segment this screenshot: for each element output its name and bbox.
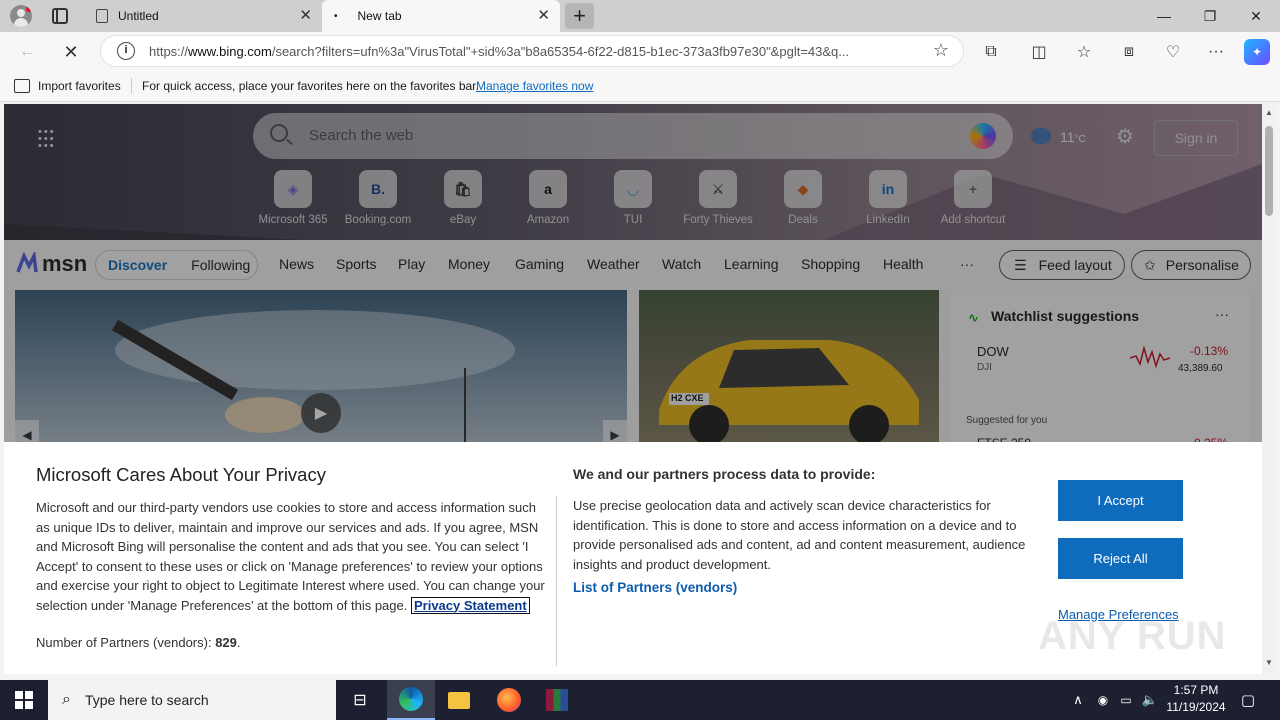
task-view-icon[interactable]: ⊟ (336, 680, 384, 720)
divider (556, 496, 557, 666)
close-window-icon[interactable]: ✕ (1233, 0, 1279, 32)
collections-icon[interactable]: ⧈ (1116, 39, 1142, 65)
privacy-statement-link[interactable]: Privacy Statement (410, 596, 530, 614)
notifications-icon[interactable]: ▢ (1234, 680, 1262, 720)
split-screen-icon[interactable]: ◫ (1026, 39, 1052, 65)
clock-date: 11/19/2024 (1166, 700, 1226, 714)
volume-icon[interactable]: 🔈 (1139, 680, 1161, 720)
page-icon (96, 9, 108, 23)
clock[interactable]: 1:57 PM 11/19/2024 (1162, 682, 1230, 718)
copilot-icon[interactable]: ✦ (1244, 39, 1270, 65)
privacy-body: Microsoft and our third-party vendors us… (36, 500, 545, 614)
vendors-list-link[interactable]: List of Partners (vendors) (573, 580, 737, 595)
data-processing-title: We and our partners process data to prov… (573, 466, 876, 482)
tab-title: Untitled (118, 9, 159, 23)
close-tab-icon[interactable]: ✕ (299, 8, 312, 24)
more-menu-icon[interactable]: ··· (1203, 39, 1229, 65)
file-explorer-icon[interactable] (435, 680, 483, 720)
favorite-star-icon[interactable]: ☆ (933, 40, 949, 61)
accept-button[interactable]: I Accept (1058, 480, 1183, 521)
windows-start-icon[interactable] (0, 680, 48, 720)
profile-icon[interactable] (10, 5, 32, 27)
edge-taskbar-icon[interactable] (387, 680, 435, 720)
show-hidden-icons-icon[interactable]: ∧ (1066, 680, 1090, 720)
favorites-bar: Import favorites For quick access, place… (0, 70, 1280, 102)
reject-all-button[interactable]: Reject All (1058, 538, 1183, 579)
address-bar[interactable]: i https://www.bing.com/search?filters=uf… (100, 35, 964, 67)
import-favorites-icon[interactable] (14, 79, 30, 93)
manage-favorites-link[interactable]: Manage favorites now (476, 79, 593, 93)
info-icon[interactable]: i (117, 42, 135, 60)
tab-new-tab[interactable]: • New tab ✕ (322, 0, 560, 32)
stop-loading-icon[interactable]: ✕ (58, 39, 84, 65)
new-tab-button[interactable]: + (565, 3, 594, 29)
scroll-down-icon[interactable]: ▼ (1265, 658, 1273, 667)
tab-title: New tab (357, 9, 402, 23)
extensions-icon[interactable]: ⧉ (978, 39, 1004, 65)
taskbar-search-box[interactable]: ⌕ Type here to search (48, 680, 336, 720)
network-icon[interactable]: ▭ (1115, 680, 1137, 720)
browser-essentials-icon[interactable]: ♡ (1160, 39, 1186, 65)
tab-untitled[interactable]: Untitled ✕ (84, 0, 322, 32)
privacy-consent-banner: Microsoft Cares About Your Privacy Micro… (4, 442, 1262, 674)
import-favorites-button[interactable]: Import favorites (38, 79, 121, 93)
tab-actions-icon[interactable] (52, 8, 68, 24)
restore-icon[interactable]: ❐ (1187, 0, 1233, 32)
divider (131, 78, 132, 94)
favorites-hint: For quick access, place your favorites h… (142, 79, 479, 93)
scroll-thumb[interactable] (1265, 126, 1273, 216)
data-processing-body: Use precise geolocation data and activel… (573, 498, 1026, 572)
loading-icon: • (334, 10, 338, 22)
close-tab-icon[interactable]: ✕ (537, 8, 550, 24)
watermark: ANY RUN (1038, 614, 1227, 658)
firefox-icon[interactable] (485, 680, 533, 720)
clock-time: 1:57 PM (1173, 683, 1219, 697)
taskbar-search-placeholder: Type here to search (84, 692, 209, 708)
meet-now-icon[interactable]: ◉ (1092, 680, 1114, 720)
tab-strip: Untitled ✕ • New tab ✕ + — ❐ ✕ (0, 0, 1280, 32)
partners-count-line: Number of Partners (vendors): 829. (36, 635, 241, 650)
privacy-title: Microsoft Cares About Your Privacy (36, 464, 326, 485)
search-icon: ⌕ (62, 691, 71, 708)
minimize-icon[interactable]: — (1141, 0, 1187, 32)
partners-count: 829 (215, 635, 237, 650)
scroll-up-icon[interactable]: ▲ (1265, 108, 1273, 117)
back-icon[interactable]: ← (14, 39, 40, 65)
page-scrollbar[interactable]: ▲ ▼ (1262, 104, 1276, 674)
winrar-icon[interactable] (533, 680, 581, 720)
url-text[interactable]: https://www.bing.com/search?filters=ufn%… (149, 44, 919, 59)
favorites-icon[interactable]: ☆ (1071, 39, 1097, 65)
